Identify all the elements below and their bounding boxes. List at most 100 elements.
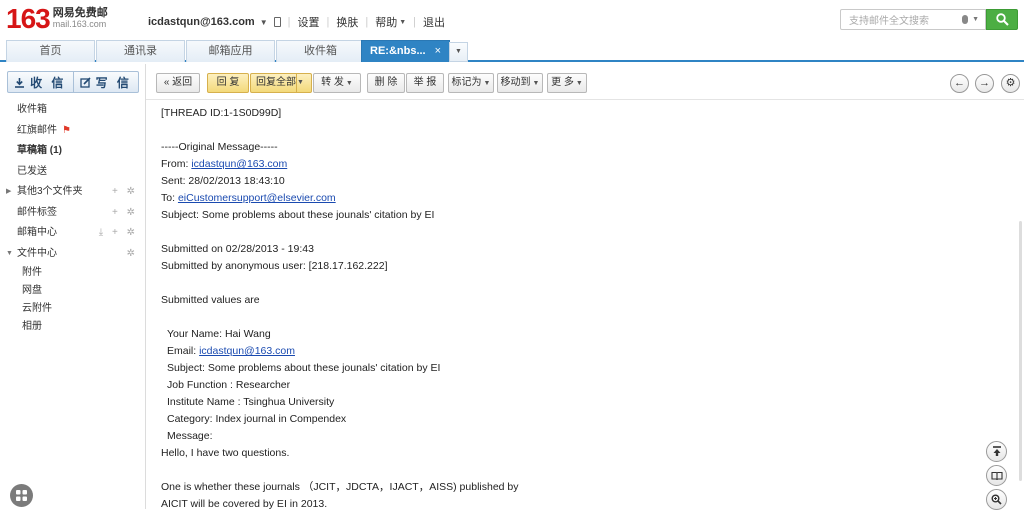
field-email-link[interactable]: icdastqun@163.com (199, 345, 295, 357)
scroll-to-top-button[interactable] (986, 441, 1007, 462)
write-label: 写 信 (95, 75, 132, 90)
chevron-down-icon[interactable]: ▼ (399, 19, 406, 26)
settings-button[interactable]: ⚙ (1001, 74, 1020, 93)
edit-icon (79, 76, 91, 88)
search-placeholder: 支持邮件全文搜索 (849, 16, 929, 27)
sidebar-subitem-album[interactable]: 相册 (0, 318, 146, 336)
expand-arrow-icon[interactable]: ▶ (6, 182, 11, 202)
chevron-down-icon[interactable]: ▼ (296, 74, 311, 92)
arrow-to-top-icon (992, 446, 1001, 456)
message-paragraph-line-2: AICIT will be covered by EI in 2013. (161, 498, 328, 509)
sidebar-item-mail-center[interactable]: 邮箱中心 ⤓ + ✲ (0, 223, 146, 244)
arrow-left-icon: ← (954, 77, 965, 89)
email-label: Email: (167, 345, 200, 357)
logo-title: 网易免费邮 (52, 7, 108, 19)
original-message-header: -----Original Message----- (161, 141, 278, 153)
close-icon[interactable]: × (435, 41, 441, 61)
message-hello: Hello, I have two questions. (161, 447, 290, 459)
delete-button[interactable]: 删 除 (367, 73, 405, 93)
skin-link[interactable]: 换肤 (336, 14, 358, 30)
tab-more-dropdown[interactable]: ▼ (449, 42, 468, 62)
tag-actions[interactable]: + ✲ (112, 203, 138, 223)
reply-all-button[interactable]: 回复全部 ▼ (250, 73, 312, 93)
from-email-link[interactable]: icdastqun@163.com (191, 158, 287, 170)
settings-link[interactable]: 设置 (297, 14, 319, 30)
search-button[interactable] (986, 9, 1018, 30)
chevron-down-icon[interactable]: ▼ (260, 18, 268, 27)
reply-button[interactable]: 回 复 (207, 73, 249, 93)
logo[interactable]: 163 网易免费邮 mail.163.com (6, 5, 108, 33)
zoom-button[interactable] (986, 489, 1007, 510)
reply-all-label: 回复全部 (256, 77, 296, 88)
scrollbar[interactable] (1017, 101, 1024, 509)
submitted-on: Submitted on 02/28/2013 - 19:43 (161, 243, 314, 255)
sidebar-item-drafts[interactable]: 草稿箱 (1) (0, 141, 146, 162)
folder-list: 收件箱 红旗邮件 ⚑ 草稿箱 (1) 已发送 ▶ 其他3个文件夹 + ✲ 邮件标签 + … (0, 100, 146, 336)
sidebar-subitem-netdisk[interactable]: 网盘 (0, 282, 146, 300)
message-body: [THREAD ID:1-1S0D99D] -----Original Mess… (147, 101, 1017, 509)
receive-button[interactable]: 收 信 (8, 72, 73, 92)
sidebar-item-sent[interactable]: 已发送 (0, 162, 146, 183)
tab-current-message[interactable]: RE:&nbs... × (361, 40, 450, 62)
more-label: 更 多 (551, 77, 574, 88)
back-button[interactable]: « 返回 (156, 73, 200, 93)
user-area: icdastqun@163.com ▼ | 设置 | 换肤 | 帮助 ▼ | 退出 (148, 14, 445, 30)
sidebar-item-file-center[interactable]: ▼ 文件中心 ✲ (0, 244, 146, 265)
red-flag-icon: ⚑ (62, 124, 71, 136)
help-link[interactable]: 帮助 (375, 14, 397, 30)
to-line: To: eiCustomersupport@elsevier.com (161, 190, 519, 207)
logo-domain: mail.163.com (52, 19, 107, 29)
reading-mode-button[interactable] (986, 465, 1007, 486)
to-email-link[interactable]: eiCustomersupport@elsevier.com (178, 192, 336, 204)
mark-as-button[interactable]: 标记为 ▼ (448, 73, 494, 93)
mail-center-actions[interactable]: ⤓ + ✲ (99, 223, 138, 243)
previous-mail-button[interactable]: ← (950, 74, 969, 93)
field-category: Category: Index journal in Compendex (167, 413, 347, 425)
mobile-icon[interactable] (273, 17, 281, 27)
grid-icon (16, 490, 27, 501)
from-label: From: (161, 158, 192, 170)
sidebar-item-inbox[interactable]: 收件箱 (0, 100, 146, 121)
file-center-actions[interactable]: ✲ (127, 244, 138, 264)
tab-mail-apps[interactable]: 邮箱应用 (186, 40, 275, 62)
next-mail-button[interactable]: → (975, 74, 994, 93)
sidebar-item-label: 邮件标签 (17, 206, 57, 218)
book-icon (990, 471, 1003, 480)
move-to-button[interactable]: 移动到 ▼ (497, 73, 543, 93)
sidebar-subitem-cloud-attachments[interactable]: 云附件 (0, 300, 146, 318)
arrow-right-icon: → (979, 77, 990, 89)
forward-button[interactable]: 转 发 ▼ (313, 73, 361, 93)
sent-line: Sent: 28/02/2013 18:43:10 (161, 175, 285, 187)
zoom-in-icon (991, 494, 1002, 505)
report-button[interactable]: 举 报 (406, 73, 444, 93)
sidebar-item-label: 文件中心 (17, 247, 57, 259)
sidebar-item-tags[interactable]: 邮件标签 + ✲ (0, 203, 146, 224)
download-icon (15, 77, 25, 88)
folder-actions[interactable]: + ✲ (112, 182, 138, 202)
search-input[interactable]: 支持邮件全文搜索 ▼ (840, 9, 986, 30)
apps-grid-button[interactable] (10, 484, 33, 507)
chevron-down-icon[interactable]: ▼ (346, 80, 353, 87)
sidebar-item-flagged[interactable]: 红旗邮件 ⚑ (0, 121, 146, 142)
tab-home[interactable]: 首页 (6, 40, 95, 62)
field-your-name: Your Name: Hai Wang (167, 328, 271, 340)
write-button[interactable]: 写 信 (72, 72, 139, 92)
chevron-down-icon[interactable]: ▼ (972, 16, 979, 23)
search-icon (995, 13, 1009, 26)
sidebar-subitem-attachments[interactable]: 附件 (0, 264, 146, 282)
microphone-icon[interactable] (962, 15, 969, 24)
logout-link[interactable]: 退出 (423, 14, 445, 30)
tab-contacts[interactable]: 通讯录 (96, 40, 185, 62)
sidebar-item-label: 其他3个文件夹 (17, 186, 83, 198)
field-institute: Institute Name : Tsinghua University (167, 396, 335, 408)
tab-inbox[interactable]: 收件箱 (276, 40, 365, 62)
top-bar: 163 网易免费邮 mail.163.com icdastqun@163.com… (0, 0, 1024, 38)
submitted-by: Submitted by anonymous user: [218.17.162… (161, 260, 388, 272)
user-email[interactable]: icdastqun@163.com (148, 16, 255, 28)
scrollbar-thumb[interactable] (1019, 221, 1022, 481)
field-message-label: Message: (167, 430, 213, 442)
collapse-arrow-icon[interactable]: ▼ (6, 244, 13, 264)
sidebar-item-label: 红旗邮件 (17, 124, 57, 136)
sidebar-item-other-folders[interactable]: ▶ 其他3个文件夹 + ✲ (0, 182, 146, 203)
more-button[interactable]: 更 多 ▼ (547, 73, 587, 93)
